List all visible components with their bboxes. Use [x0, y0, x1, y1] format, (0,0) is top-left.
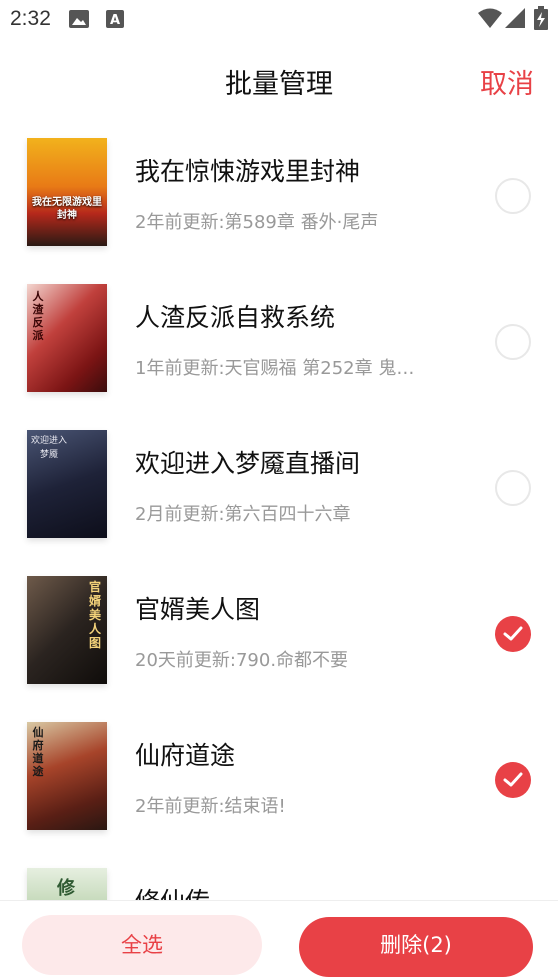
book-title: 人渣反派自救系统 [135, 303, 336, 332]
book-update: 2月前更新:第六百四十六章 [135, 504, 351, 525]
book-update: 20天前更新:790.命都不要 [135, 650, 349, 671]
cancel-button[interactable]: 取消 [480, 62, 534, 101]
book-title: 仙府道途 [135, 741, 236, 770]
list-item[interactable]: 仙府道途 仙府道途 2年前更新:结束语! [0, 706, 558, 852]
book-update: 1年前更新:天官赐福 第252章 鬼… [135, 358, 415, 379]
select-checkbox-checked[interactable] [495, 762, 531, 798]
cover-text: 官婿美人图 [88, 580, 101, 650]
image-notification-icon [69, 10, 89, 28]
book-cover: 官婿美人图 [27, 576, 107, 684]
cover-text: 修 [57, 878, 75, 899]
cover-text: 我在无限游戏里封神 [32, 197, 102, 221]
book-title: 修仙传 [135, 882, 210, 900]
book-cover: 人渣反派 [27, 284, 107, 392]
book-update: 2年前更新:第589章 番外·尾声 [135, 212, 379, 233]
page-title: 批量管理 [225, 69, 333, 100]
list-item[interactable]: 官婿美人图 官婿美人图 20天前更新:790.命都不要 [0, 560, 558, 706]
cover-text: 人渣反派 [32, 290, 44, 342]
status-time: 2:32 [10, 7, 51, 30]
status-bar: 2:32 A [0, 0, 558, 40]
checkmark-icon [503, 772, 523, 787]
book-update: 2年前更新:结束语! [135, 796, 286, 817]
select-all-button[interactable]: 全选 [22, 915, 262, 975]
wifi-icon [478, 8, 502, 28]
book-title: 我在惊悚游戏里封神 [135, 157, 361, 186]
book-cover: 欢迎进入梦魇 [27, 430, 107, 538]
list-item[interactable]: 修 修仙传 [0, 852, 558, 900]
book-list: 我在无限游戏里封神 我在惊悚游戏里封神 2年前更新:第589章 番外·尾声 人渣… [0, 122, 558, 900]
delete-button[interactable]: 删除(2) [299, 917, 533, 977]
select-checkbox[interactable] [495, 178, 531, 214]
battery-icon [534, 6, 548, 30]
cover-text: 仙府道途 [32, 726, 44, 778]
book-title: 欢迎进入梦魇直播间 [135, 449, 361, 478]
header: 批量管理 取消 [0, 40, 558, 122]
list-item[interactable]: 欢迎进入梦魇 欢迎进入梦魇直播间 2月前更新:第六百四十六章 [0, 414, 558, 560]
book-cover: 我在无限游戏里封神 [27, 138, 107, 246]
select-checkbox[interactable] [495, 470, 531, 506]
book-cover: 仙府道途 [27, 722, 107, 830]
select-checkbox[interactable] [495, 324, 531, 360]
text-notification-icon: A [106, 10, 124, 28]
svg-text:A: A [110, 13, 120, 28]
book-title: 官婿美人图 [135, 595, 261, 624]
signal-icon [505, 8, 525, 28]
list-item[interactable]: 我在无限游戏里封神 我在惊悚游戏里封神 2年前更新:第589章 番外·尾声 [0, 122, 558, 268]
select-checkbox-checked[interactable] [495, 616, 531, 652]
bottom-action-bar: 全选 删除(2) [0, 900, 558, 977]
checkmark-icon [503, 626, 523, 641]
list-item[interactable]: 人渣反派 人渣反派自救系统 1年前更新:天官赐福 第252章 鬼… [0, 268, 558, 414]
book-cover: 修 [27, 868, 107, 900]
cover-text: 欢迎进入梦魇 [30, 436, 67, 460]
